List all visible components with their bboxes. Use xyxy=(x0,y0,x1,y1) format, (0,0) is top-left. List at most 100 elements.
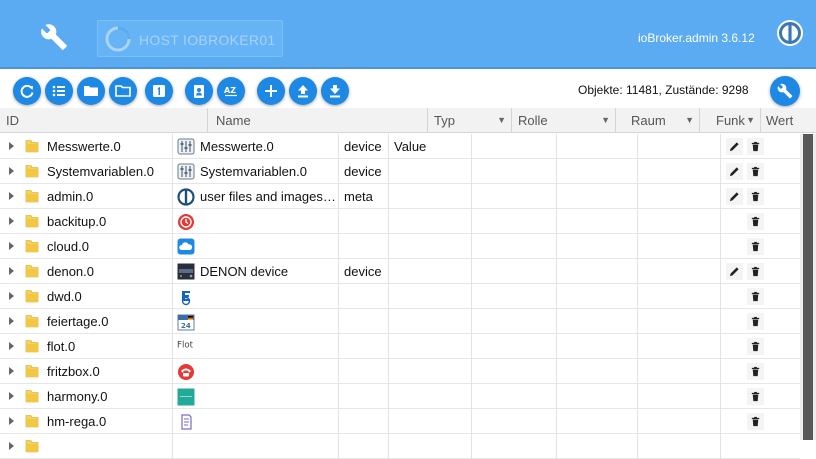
edit-button[interactable] xyxy=(726,138,743,155)
cell-divider xyxy=(172,159,173,184)
delete-button[interactable] xyxy=(747,213,764,230)
row-type: device xyxy=(344,264,382,279)
expand-arrow-icon[interactable] xyxy=(9,342,14,350)
edit-button[interactable] xyxy=(726,263,743,280)
list-view-button[interactable] xyxy=(45,77,73,105)
table-row[interactable]: flot.0 Flot xyxy=(0,334,800,359)
column-typ[interactable]: Typ ▼ xyxy=(428,108,512,133)
upload-button[interactable] xyxy=(289,77,317,105)
settings-button[interactable] xyxy=(770,76,800,106)
edit-button[interactable] xyxy=(726,163,743,180)
cell-divider xyxy=(388,184,389,209)
table-row[interactable]: feiertage.0 24 xyxy=(0,309,800,334)
delete-button[interactable] xyxy=(747,338,764,355)
delete-button[interactable] xyxy=(747,238,764,255)
cell-divider xyxy=(471,134,472,159)
table-row[interactable]: denon.0 DENON device device xyxy=(0,259,800,284)
column-name[interactable]: Name xyxy=(208,108,428,133)
host-selector[interactable]: HOST IOBROKER01 xyxy=(97,20,283,57)
expand-arrow-icon[interactable] xyxy=(9,442,14,450)
expand-one-level-button[interactable] xyxy=(145,77,173,105)
sort-button[interactable]: AZ xyxy=(217,77,245,105)
object-counts: Objekte: 11481, Zustände: 9298 xyxy=(578,83,749,97)
table-row[interactable]: cloud.0 xyxy=(0,234,800,259)
cell-divider xyxy=(556,234,557,259)
cell-divider xyxy=(471,159,472,184)
cell-divider xyxy=(556,134,557,159)
table-row[interactable]: harmony.0 xyxy=(0,384,800,409)
table-row[interactable]: backitup.0 xyxy=(0,209,800,234)
expand-arrow-icon[interactable] xyxy=(9,167,14,175)
delete-button[interactable] xyxy=(747,188,764,205)
column-rolle[interactable]: Rolle ▼ xyxy=(512,108,616,133)
delete-button[interactable] xyxy=(747,263,764,280)
delete-button[interactable] xyxy=(747,363,764,380)
table-row[interactable]: fritzbox.0 xyxy=(0,359,800,384)
refresh-button[interactable] xyxy=(13,77,41,105)
objects-table: Messwerte.0 Messwerte.0 device Value Systemv… xyxy=(0,134,800,459)
delete-button[interactable] xyxy=(747,313,764,330)
folder-icon xyxy=(24,314,40,328)
column-funk[interactable]: Funk ▼ xyxy=(700,108,761,133)
expand-arrow-icon[interactable] xyxy=(9,242,14,250)
table-row[interactable]: dwd.0 xyxy=(0,284,800,309)
cell-divider xyxy=(637,134,638,159)
column-name-label: Name xyxy=(216,113,251,128)
cell-divider xyxy=(388,409,389,434)
expand-arrow-icon[interactable] xyxy=(9,192,14,200)
add-object-button[interactable] xyxy=(257,77,285,105)
scroll-thumb[interactable] xyxy=(803,134,813,440)
expand-arrow-icon[interactable] xyxy=(9,367,14,375)
cell-divider xyxy=(720,234,721,259)
row-id: harmony.0 xyxy=(47,389,108,404)
collapse-all-button[interactable] xyxy=(77,77,105,105)
delete-button[interactable] xyxy=(747,413,764,430)
expand-arrow-icon[interactable] xyxy=(9,317,14,325)
cell-divider xyxy=(637,384,638,409)
folder-icon xyxy=(24,214,40,228)
cell-divider xyxy=(172,334,173,359)
row-name: DENON device xyxy=(200,264,289,279)
expand-arrow-icon[interactable] xyxy=(9,417,14,425)
expand-arrow-icon[interactable] xyxy=(9,217,14,225)
table-row[interactable] xyxy=(0,434,800,459)
expand-arrow-icon[interactable] xyxy=(9,267,14,275)
delete-button[interactable] xyxy=(747,388,764,405)
expand-arrow-icon[interactable] xyxy=(9,142,14,150)
flot-logo-icon: Flot xyxy=(177,338,195,355)
cell-divider xyxy=(172,234,173,259)
table-row[interactable]: Messwerte.0 Messwerte.0 device Value xyxy=(0,134,800,159)
objects-toolbar: AZ Objekte: 11481, Zustände: 9298 xyxy=(0,71,816,108)
vertical-scrollbar[interactable] xyxy=(800,134,816,440)
expand-arrow-icon[interactable] xyxy=(9,292,14,300)
wrench-icon[interactable] xyxy=(40,23,68,51)
cell-divider xyxy=(338,334,339,359)
iobroker-logo-icon[interactable] xyxy=(775,18,805,48)
denon-receiver-icon xyxy=(177,263,195,280)
cell-divider xyxy=(471,384,472,409)
cell-divider xyxy=(720,284,721,309)
edit-button[interactable] xyxy=(726,188,743,205)
expand-all-button[interactable] xyxy=(109,77,137,105)
column-id[interactable]: ID xyxy=(0,108,208,133)
cell-divider xyxy=(172,409,173,434)
column-wert[interactable]: Wert xyxy=(761,108,801,133)
column-raum[interactable]: Raum ▼ xyxy=(616,108,700,133)
chevron-down-icon: ▼ xyxy=(685,115,694,125)
folder-icon xyxy=(84,86,98,96)
download-button[interactable] xyxy=(321,77,349,105)
table-row[interactable]: hm-rega.0 xyxy=(0,409,800,434)
app-header: HOST IOBROKER01 ioBroker.admin 3.6.12 xyxy=(0,0,816,69)
cell-divider xyxy=(338,434,339,459)
delete-button[interactable] xyxy=(747,163,764,180)
script-icon xyxy=(177,413,195,430)
cell-divider xyxy=(720,359,721,384)
edit-role-button[interactable] xyxy=(185,77,213,105)
table-row[interactable]: admin.0 user files and images for... meta xyxy=(0,184,800,209)
cell-divider xyxy=(338,309,339,334)
expand-arrow-icon[interactable] xyxy=(9,392,14,400)
table-row[interactable]: Systemvariablen.0 Systemvariablen.0 device xyxy=(0,159,800,184)
cell-divider xyxy=(637,184,638,209)
delete-button[interactable] xyxy=(747,138,764,155)
delete-button[interactable] xyxy=(747,288,764,305)
